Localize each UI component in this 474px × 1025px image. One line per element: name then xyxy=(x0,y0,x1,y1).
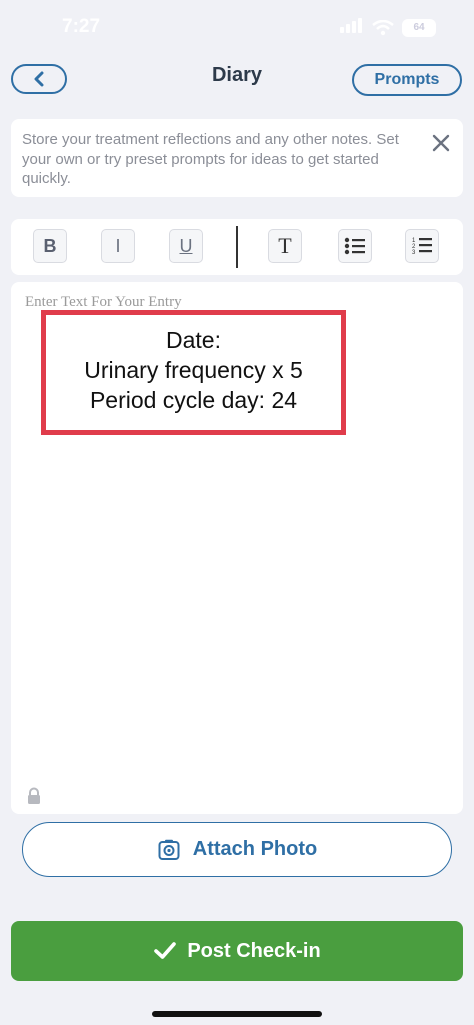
lock-icon xyxy=(28,787,40,804)
info-text: Store your treatment reflections and any… xyxy=(22,131,399,187)
editor-placeholder: Enter Text For Your Entry xyxy=(25,294,182,310)
underline-label: U xyxy=(179,235,193,256)
status-time: 7:27 xyxy=(62,16,101,37)
annotation-date: Date: xyxy=(166,327,221,353)
text-size-label: T xyxy=(278,233,292,258)
wifi-icon xyxy=(372,20,394,36)
underline-button[interactable]: U xyxy=(169,229,203,263)
prompts-button[interactable]: Prompts xyxy=(352,64,462,96)
format-toolbar: B I U T 1 2 3 xyxy=(11,219,463,275)
toolbar-divider xyxy=(236,226,238,268)
status-icons: 64 xyxy=(340,18,436,38)
close-icon[interactable] xyxy=(431,133,451,153)
annotation-cycle: Period cycle day: 24 xyxy=(89,387,298,413)
checkmark-icon xyxy=(154,942,177,959)
attach-photo-label: Attach Photo xyxy=(192,838,318,860)
bullet-list-icon xyxy=(344,237,365,255)
signal-icon xyxy=(340,18,364,38)
header: Diary Prompts xyxy=(0,56,474,104)
numbered-list-icon: 1 2 3 xyxy=(412,238,432,256)
numbered-list-button[interactable]: 1 2 3 xyxy=(405,229,439,263)
info-card: Store your treatment reflections and any… xyxy=(11,119,463,197)
post-check-in-button[interactable]: Post Check-in xyxy=(11,921,463,981)
home-indicator[interactable] xyxy=(152,1011,322,1017)
attach-photo-button[interactable]: Attach Photo xyxy=(22,822,452,877)
bold-button[interactable]: B xyxy=(33,229,67,263)
svg-text:3: 3 xyxy=(412,250,416,256)
entry-editor[interactable]: Enter Text For Your Entry Date: Urinary … xyxy=(11,282,463,814)
text-size-button[interactable]: T xyxy=(268,229,302,263)
battery-indicator: 64 xyxy=(402,19,436,37)
italic-button[interactable]: I xyxy=(101,229,135,263)
annotation-urinary: Urinary frequency x 5 xyxy=(84,357,303,383)
bullet-list-button[interactable] xyxy=(338,229,372,263)
annotation-box: Date: Urinary frequency x 5 Period cycle… xyxy=(41,310,346,435)
italic-label: I xyxy=(115,235,121,256)
bold-label: B xyxy=(43,235,57,256)
post-check-in-label: Post Check-in xyxy=(187,939,321,962)
camera-icon xyxy=(158,839,180,860)
status-bar: 7:27 64 xyxy=(0,0,474,56)
